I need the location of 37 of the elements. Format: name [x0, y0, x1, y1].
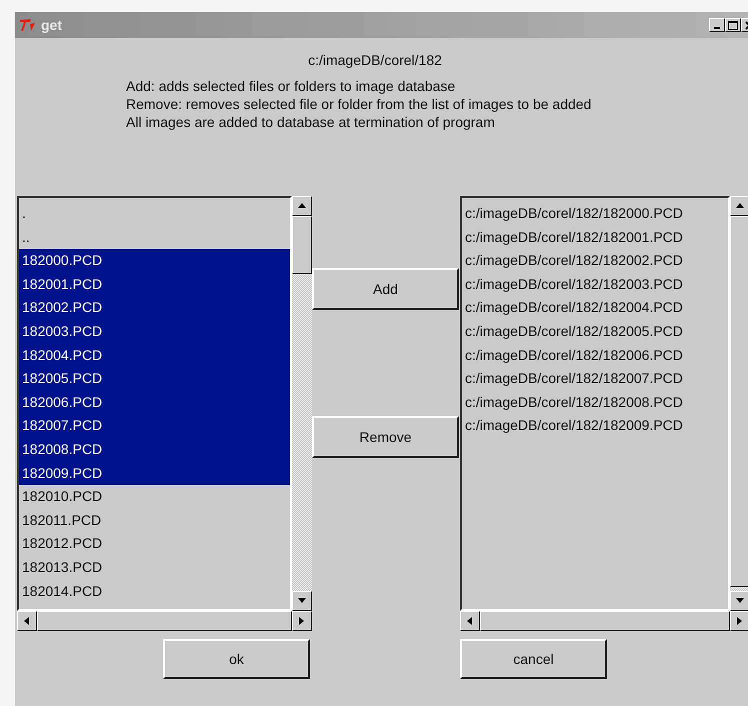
file-list-item[interactable]: 182010.PCD [19, 485, 290, 509]
window-title: get [41, 17, 63, 33]
file-list-item[interactable]: 182002.PCD [19, 296, 290, 320]
action-button[interactable]: Remove [312, 416, 459, 458]
file-list-item[interactable]: 182004.PCD [19, 344, 290, 368]
added-list-item[interactable]: c:/imageDB/corel/182/182004.PCD [462, 296, 728, 320]
added-list-item[interactable]: c:/imageDB/corel/182/182005.PCD [462, 320, 728, 344]
dialog-button[interactable]: cancel [460, 639, 607, 679]
instruction-text: Remove: removes selected file or folder from the list of images to be added [126, 95, 592, 113]
added-list-item[interactable]: c:/imageDB/corel/182/182006.PCD [462, 344, 728, 368]
instruction-text: All images are added to database at termination of program [126, 113, 496, 131]
added-list-item[interactable]: c:/imageDB/corel/182/182001.PCD [462, 226, 728, 250]
file-listbox[interactable]: . .. 182000.PCD 182001.PCD 182002.PCD 182003.PCD 182004.PCD 182005.PCD 182006.PCD 182007.PCD 182008.PCD 182009.PCD 182010.PCD 182011.PCD 182012.PCD 182013.PCD 182014.PCD [17, 196, 292, 611]
action-button[interactable]: Add [312, 268, 459, 310]
added-list-item[interactable]: c:/imageDB/corel/182/182008.PCD [462, 390, 728, 414]
file-list-item[interactable]: 182006.PCD [19, 390, 290, 414]
file-list-item[interactable]: 182009.PCD [19, 462, 290, 486]
file-list-item[interactable]: 182003.PCD [19, 320, 290, 344]
instruction-text: Add: adds selected files or folders to image database [126, 77, 456, 95]
file-list-item[interactable]: 182012.PCD [19, 532, 290, 556]
file-list-item[interactable]: 182007.PCD [19, 414, 290, 438]
dialog-button[interactable]: ok [163, 639, 310, 679]
file-list-item[interactable]: . [19, 202, 290, 226]
file-list-item[interactable]: 182000.PCD [19, 249, 290, 273]
file-list-item[interactable]: 182008.PCD [19, 438, 290, 462]
file-list-item[interactable]: .. [19, 226, 290, 250]
current-path: c:/imageDB/corel/182 [307, 52, 443, 68]
added-list-item[interactable]: c:/imageDB/corel/182/182002.PCD [462, 249, 728, 273]
file-list-item[interactable]: 182011.PCD [19, 508, 290, 532]
added-list-item[interactable]: c:/imageDB/corel/182/182009.PCD [462, 414, 728, 438]
added-list-item[interactable]: c:/imageDB/corel/182/182007.PCD [462, 367, 728, 391]
file-list-item[interactable]: 182014.PCD [19, 580, 290, 604]
file-list-item[interactable]: 182005.PCD [19, 367, 290, 391]
file-list-item[interactable]: 182001.PCD [19, 272, 290, 296]
added-list-item[interactable]: c:/imageDB/corel/182/182003.PCD [462, 272, 728, 296]
file-list-item[interactable]: 182013.PCD [19, 556, 290, 580]
added-list-item[interactable]: c:/imageDB/corel/182/182000.PCD [462, 202, 728, 226]
